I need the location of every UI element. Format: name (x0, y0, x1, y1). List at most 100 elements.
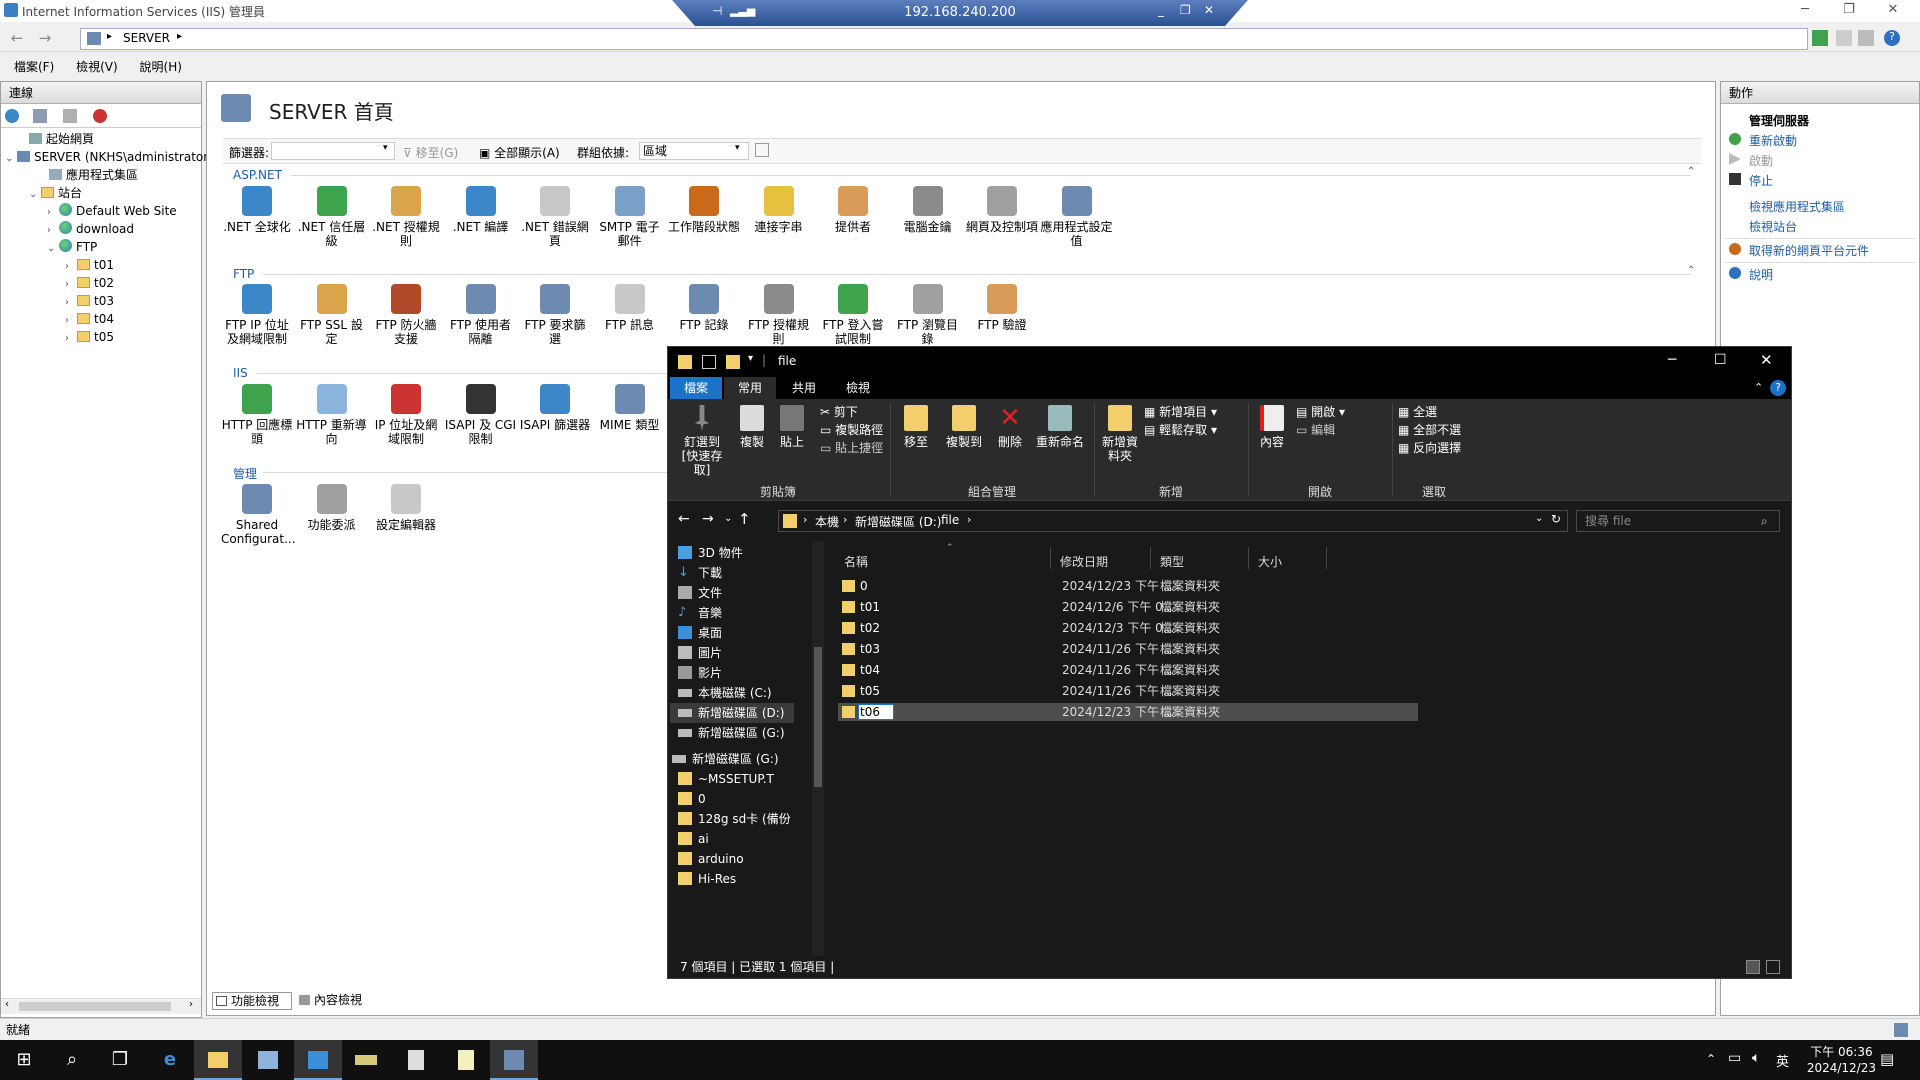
nav-drive-g-root[interactable]: 新增磁碟區 (G:) (672, 751, 779, 767)
features-view-tab[interactable]: 功能檢視 (212, 992, 292, 1010)
feature-item[interactable]: FTP 使用者隔離 (445, 284, 517, 346)
minimize-button[interactable]: ─ (1790, 0, 1820, 22)
properties-icon[interactable] (702, 355, 716, 369)
nav-videos[interactable]: 影片 (678, 665, 722, 681)
taskbar-tool[interactable] (342, 1040, 390, 1080)
section-management[interactable]: 管理 (233, 465, 257, 482)
action-get-web-platform[interactable]: 取得新的網頁平台元件 (1749, 242, 1869, 259)
action-help[interactable]: 說明 (1749, 266, 1773, 283)
tree-start-page[interactable]: 起始網頁 (29, 130, 94, 148)
rename-button[interactable]: 重新命名 (1030, 405, 1090, 449)
feature-item[interactable]: 連接字串 (743, 186, 815, 234)
menu-help[interactable]: 說明(H) (140, 56, 182, 78)
rdp-close-icon[interactable]: ✕ (1204, 3, 1214, 17)
content-view-tab[interactable]: 內容檢視 (296, 992, 376, 1010)
search-button[interactable]: ⌕ (48, 1040, 96, 1080)
feature-item[interactable]: SMTP 電子郵件 (594, 186, 666, 248)
feature-item[interactable]: .NET 編譯 (445, 186, 517, 234)
up-icon[interactable] (63, 109, 77, 123)
nav-documents[interactable]: 文件 (678, 585, 722, 601)
network-icon[interactable]: ▭ (1728, 1050, 1741, 1066)
forward-icon[interactable]: → (702, 511, 714, 527)
tree-t02[interactable]: › t02 (65, 274, 114, 292)
tree-t03[interactable]: › t03 (65, 292, 114, 310)
explorer-close-button[interactable]: ✕ (1760, 351, 1773, 369)
back-icon[interactable]: ← (678, 511, 690, 527)
tab-file[interactable]: 檔案 (670, 377, 722, 399)
collapse-icon[interactable]: ⌃ (1687, 166, 1695, 177)
details-view-icon[interactable] (1746, 960, 1760, 974)
connect-icon[interactable] (5, 109, 19, 123)
nav-folder-ai[interactable]: ai (678, 831, 709, 847)
nav-folder-sdcard[interactable]: 128g sd卡 (備份 (678, 811, 791, 827)
nav-desktop[interactable]: 桌面 (678, 625, 722, 641)
taskbar-notepad[interactable] (392, 1040, 440, 1080)
paste-button[interactable]: 貼上 (774, 405, 810, 449)
tab-home[interactable]: 常用 (724, 377, 776, 399)
address-path[interactable]: SERVER (123, 31, 170, 45)
nav-scroll-thumb[interactable] (814, 647, 822, 787)
feature-item[interactable]: FTP 要求篩選 (519, 284, 591, 346)
collapse-ribbon-icon[interactable]: ⌃ (1754, 381, 1763, 394)
nav-folder-hires[interactable]: Hi-Res (678, 871, 736, 887)
show-all-button[interactable]: ▣ 全部顯示(A) (479, 144, 560, 161)
feature-item[interactable]: .NET 全球化 (221, 186, 293, 234)
taskbar-server-manager[interactable] (244, 1040, 292, 1080)
tree-default-web-site[interactable]: › Default Web Site (47, 202, 177, 220)
forward-button[interactable]: → (34, 29, 56, 49)
tab-view[interactable]: 檢視 (832, 377, 884, 399)
large-icons-view-icon[interactable] (1766, 960, 1780, 974)
feature-item[interactable]: FTP 訊息 (594, 284, 666, 332)
menu-view[interactable]: 檢視(V) (76, 56, 118, 78)
view-mode-icon[interactable] (755, 143, 769, 157)
save-icon[interactable] (33, 109, 47, 123)
feature-item[interactable]: 工作階段狀態 (668, 186, 740, 234)
nav-folder-0[interactable]: 0 (678, 791, 706, 807)
address-dropdown-icon[interactable]: ⌄ (1535, 513, 1543, 524)
show-hidden-icons[interactable]: ⌃ (1706, 1052, 1716, 1066)
nav-music[interactable]: ♪ 音樂 (678, 605, 722, 621)
disconnect-icon[interactable] (93, 109, 107, 123)
chevron-right-icon[interactable]: › (65, 330, 77, 348)
nav-drive-c[interactable]: 本機磁碟 (C:) (678, 685, 772, 701)
address-bar[interactable]: › 本機 › 新增磁碟區 (D:) › file › ⌄ ↻ (778, 510, 1568, 532)
taskbar-iis[interactable] (490, 1040, 538, 1080)
chevron-down-icon[interactable]: ⌄ (47, 240, 59, 258)
move-to-button[interactable]: 移至 (896, 405, 936, 449)
section-aspnet[interactable]: ASP.NET (233, 168, 282, 182)
feature-item[interactable]: Shared Configurat... (221, 484, 296, 546)
feature-item[interactable]: .NET 信任層級 (296, 186, 368, 248)
properties-button[interactable]: 內容 (1254, 405, 1290, 449)
tree-ftp[interactable]: ⌄ FTP (47, 238, 97, 256)
section-iis[interactable]: IIS (233, 366, 248, 380)
pin-quick-access-button[interactable]: 釘選到 [快速存取] (674, 405, 730, 477)
clock[interactable]: 下午 06:36 2024/12/23 (1807, 1044, 1876, 1076)
feature-item[interactable]: FTP SSL 設定 (296, 284, 368, 346)
feature-item[interactable]: FTP 記錄 (668, 284, 740, 332)
taskbar-users[interactable] (294, 1040, 342, 1080)
invert-selection-button[interactable]: ▦ 反向選擇 (1398, 441, 1461, 455)
column-size[interactable]: 大小 (1258, 553, 1282, 570)
collapse-icon[interactable]: ⌃ (1687, 265, 1695, 276)
tree-t01[interactable]: › t01 (65, 256, 114, 274)
horizontal-scrollbar[interactable]: ‹ › (1, 998, 201, 1014)
feature-item[interactable]: FTP IP 位址及網域限制 (221, 284, 293, 346)
menu-file[interactable]: 檔案(F) (14, 56, 54, 78)
refresh-icon[interactable] (1812, 30, 1828, 46)
column-date[interactable]: 修改日期 (1060, 553, 1108, 570)
file-row[interactable]: t03 2024/11/26 下午 ... 檔案資料夾 (838, 640, 1418, 658)
taskbar-explorer[interactable] (194, 1040, 242, 1080)
feature-item[interactable]: MIME 類型 (594, 384, 666, 432)
file-row[interactable]: t01 2024/12/6 下午 0... 檔案資料夾 (838, 598, 1418, 616)
section-ftp[interactable]: FTP (233, 267, 254, 281)
new-folder-button[interactable]: 新增資料夾 (1100, 405, 1140, 463)
delete-button[interactable]: ✕ 刪除 (992, 405, 1028, 449)
help-icon[interactable]: ? (1770, 380, 1786, 396)
quick-access-dropdown-icon[interactable]: ▾ (748, 353, 753, 364)
file-row[interactable]: t04 2024/11/26 下午 ... 檔案資料夾 (838, 661, 1418, 679)
breadcrumb-this-pc[interactable]: 本機 (815, 513, 839, 530)
select-all-button[interactable]: ▦ 全選 (1398, 405, 1437, 419)
scroll-thumb[interactable] (19, 1002, 171, 1011)
filter-dropdown-icon[interactable]: ▾ (383, 143, 388, 153)
nav-folder-arduino[interactable]: arduino (678, 851, 744, 867)
